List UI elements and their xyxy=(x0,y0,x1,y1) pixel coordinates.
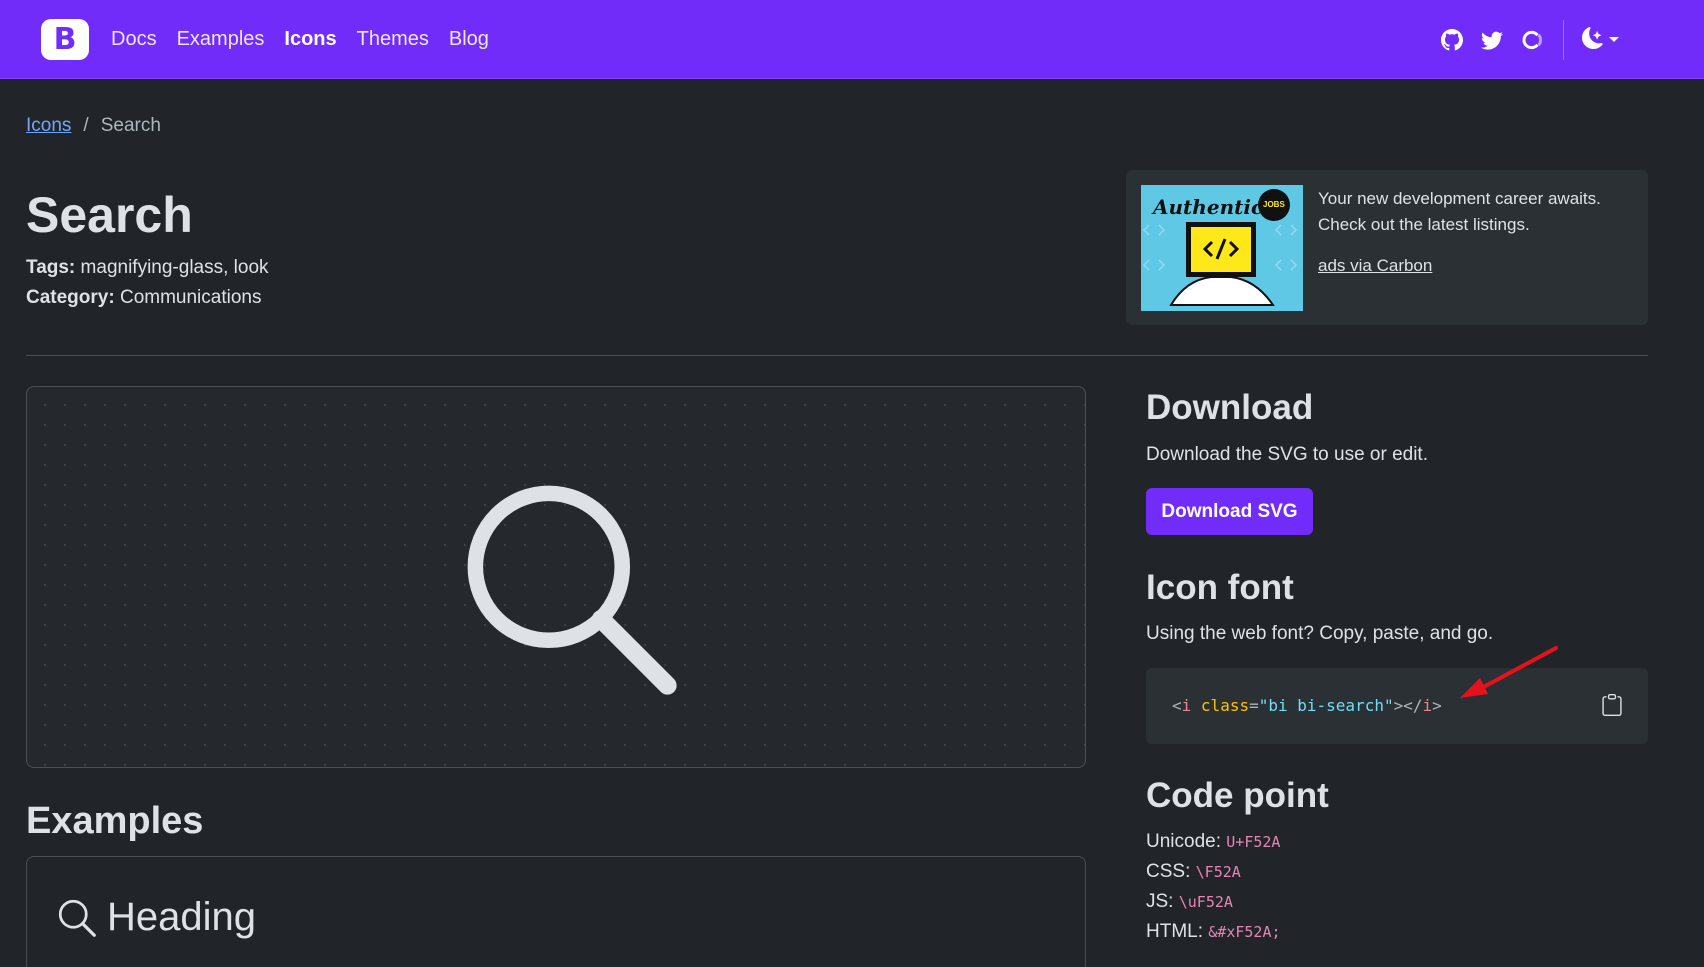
nav-divider xyxy=(1563,20,1564,60)
code-attr: class xyxy=(1200,696,1250,715)
code-open-bracket: < xyxy=(1172,696,1182,715)
nav-icons[interactable]: Icons xyxy=(284,28,336,51)
nav-blog[interactable]: Blog xyxy=(449,28,489,51)
code-end-bracket: > xyxy=(1432,696,1442,715)
nav-themes[interactable]: Themes xyxy=(357,28,429,51)
ad-image[interactable]: Authentic JOBS xyxy=(1141,185,1303,311)
divider xyxy=(26,355,1648,356)
ad-image-badge: JOBS xyxy=(1263,200,1285,209)
nav-social-icons xyxy=(1440,24,1560,56)
codepoint-js-label: JS: xyxy=(1146,891,1174,912)
chevron-down-icon xyxy=(1608,31,1620,49)
tags-line: Tags: magnifying-glass, look xyxy=(26,257,269,279)
codepoint-css-label: CSS: xyxy=(1146,861,1191,882)
codepoint-unicode-value[interactable]: U+F52A xyxy=(1226,833,1280,851)
category-label: Category: xyxy=(26,287,115,308)
bootstrap-logo[interactable]: B xyxy=(41,19,89,60)
code-value: "bi bi-search" xyxy=(1258,696,1394,715)
code-tag: i xyxy=(1181,696,1192,715)
tags-value: magnifying-glass, look xyxy=(80,257,269,278)
theme-toggle[interactable] xyxy=(1582,26,1624,54)
search-icon xyxy=(58,899,96,937)
codepoint-html-value[interactable]: &#xF52A; xyxy=(1208,923,1280,941)
codepoint-unicode: Unicode: U+F52A xyxy=(1146,831,1280,853)
icon-font-code-block: <i class="bi bi-search"></i> xyxy=(1146,668,1648,744)
nav-docs[interactable]: Docs xyxy=(111,28,157,51)
codepoint-css: CSS: \F52A xyxy=(1146,861,1241,883)
codepoint-html: HTML: &#xF52A; xyxy=(1146,921,1281,943)
icon-font-description: Using the web font? Copy, paste, and go. xyxy=(1146,623,1494,644)
code-equals: = xyxy=(1249,696,1259,715)
opencollective-icon[interactable] xyxy=(1520,28,1544,52)
category-line: Category: Communications xyxy=(26,287,261,309)
category-value: Communications xyxy=(119,287,262,308)
codepoint-html-label: HTML: xyxy=(1146,921,1203,942)
twitter-icon[interactable] xyxy=(1480,28,1504,52)
nav-links: Docs Examples Icons Themes Blog xyxy=(111,0,509,79)
tags-label: Tags: xyxy=(26,257,76,278)
examples-title: Examples xyxy=(26,800,204,842)
example-heading: Heading xyxy=(57,895,256,940)
download-svg-button[interactable]: Download SVG xyxy=(1146,488,1313,535)
icon-font-code[interactable]: <i class="bi bi-search"></i> xyxy=(1172,696,1442,715)
ad-text[interactable]: Your new development career awaits. Chec… xyxy=(1318,186,1618,238)
moon-stars-icon xyxy=(1582,26,1604,54)
navbar: B Docs Examples Icons Themes Blog xyxy=(0,0,1704,79)
codepoint-js: JS: \uF52A xyxy=(1146,891,1233,913)
nav-examples[interactable]: Examples xyxy=(177,28,265,51)
breadcrumb: Icons / Search xyxy=(26,115,161,137)
icon-preview xyxy=(26,386,1086,768)
icon-font-title: Icon font xyxy=(1146,568,1294,607)
code-point-title: Code point xyxy=(1146,776,1329,815)
breadcrumb-separator: / xyxy=(83,115,89,136)
search-icon xyxy=(467,485,677,695)
codepoint-css-value[interactable]: \F52A xyxy=(1196,863,1241,881)
clipboard-icon[interactable] xyxy=(1601,694,1625,718)
codepoint-unicode-label: Unicode: xyxy=(1146,831,1221,852)
breadcrumb-icons-link[interactable]: Icons xyxy=(26,115,71,137)
codepoint-js-value[interactable]: \uF52A xyxy=(1179,893,1233,911)
page-title: Search xyxy=(26,187,193,243)
code-close-open: ></ xyxy=(1393,696,1423,715)
download-description: Download the SVG to use or edit. xyxy=(1146,444,1428,465)
github-icon[interactable] xyxy=(1440,28,1464,52)
ads-via-carbon-link[interactable]: ads via Carbon xyxy=(1318,256,1432,276)
example-heading-text: Heading xyxy=(107,895,257,939)
download-title: Download xyxy=(1146,388,1314,427)
code-close-tag: i xyxy=(1422,696,1433,715)
breadcrumb-current: Search xyxy=(100,115,161,136)
carbon-ad: Authentic JOBS Your new development care… xyxy=(1126,170,1648,325)
examples-box: Heading xyxy=(26,856,1086,967)
ad-image-logo-text: Authentic xyxy=(1153,195,1264,219)
annotation-arrow-icon xyxy=(1460,646,1558,698)
